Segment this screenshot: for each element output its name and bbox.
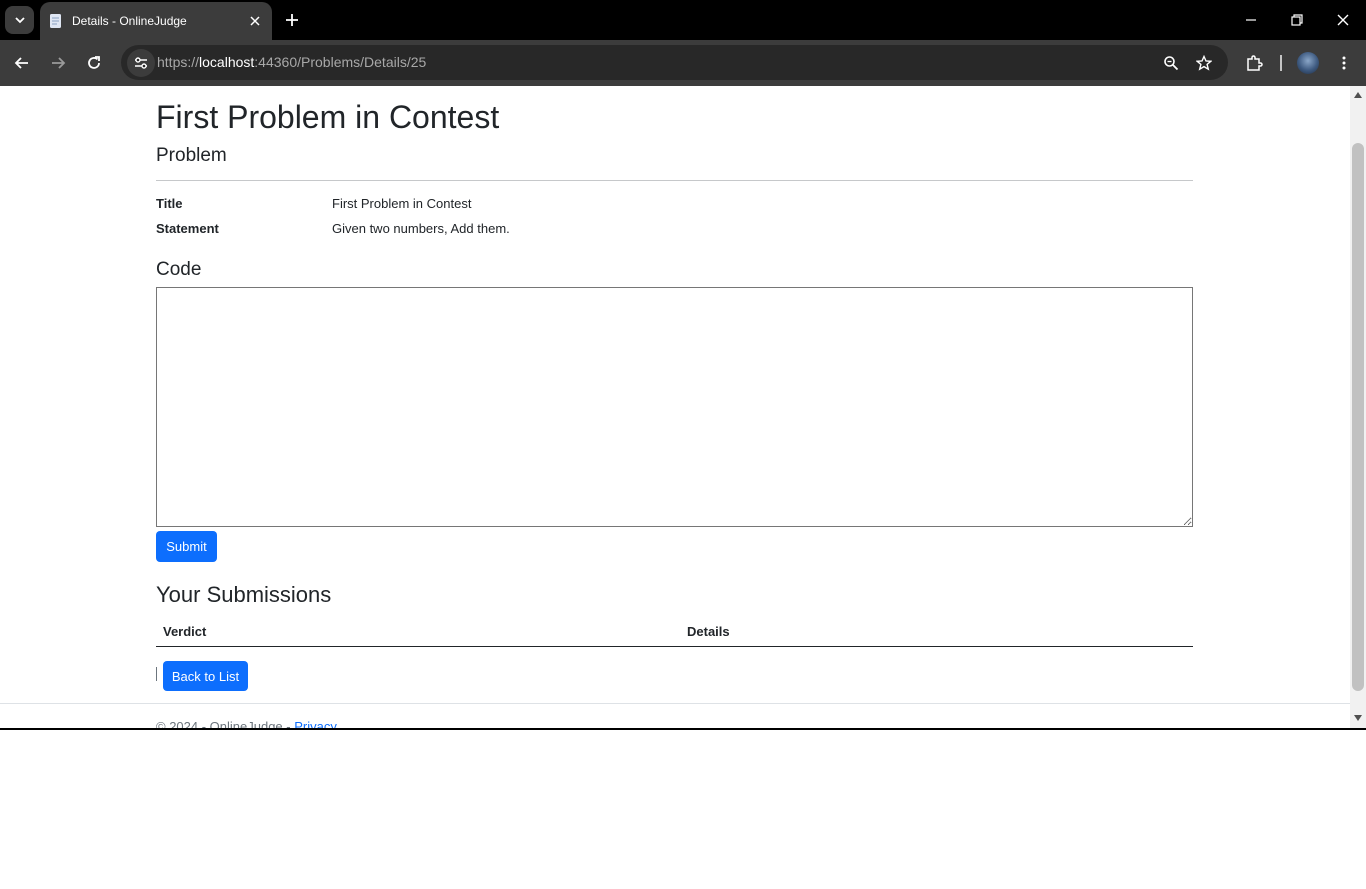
tune-icon <box>135 57 147 69</box>
text-separator <box>156 667 157 681</box>
more-vert-icon <box>1342 56 1346 70</box>
vertical-scrollbar[interactable] <box>1350 86 1366 728</box>
page-viewport: First Problem in Contest Problem Title F… <box>0 86 1366 728</box>
tab-title: Details - OnlineJudge <box>72 14 187 28</box>
browser-tab[interactable]: Details - OnlineJudge <box>40 2 272 40</box>
url-text[interactable]: https://localhost:44360/Problems/Details… <box>157 54 426 70</box>
page-title: First Problem in Contest <box>156 99 500 135</box>
restore-button[interactable] <box>1287 10 1307 30</box>
reload-icon <box>88 56 100 69</box>
arrow-right-icon <box>52 57 66 69</box>
profile-avatar[interactable] <box>1297 52 1319 74</box>
page-icon <box>50 14 61 28</box>
back-button[interactable] <box>10 51 34 75</box>
menu-button[interactable] <box>1332 51 1356 75</box>
arrow-left-icon <box>14 57 28 69</box>
privacy-link[interactable]: Privacy <box>294 719 337 728</box>
scrollbar-thumb[interactable] <box>1352 143 1364 691</box>
puzzle-icon <box>1247 55 1263 71</box>
footer: © 2024 - OnlineJudge - Privacy <box>156 719 337 728</box>
verdict-column-header: Verdict <box>163 624 207 639</box>
url-path: :44360/Problems/Details/25 <box>254 54 427 70</box>
close-icon <box>1337 14 1349 26</box>
chevron-down-icon <box>14 17 25 24</box>
section-subtitle: Problem <box>156 145 227 166</box>
zoom-icon <box>1164 56 1179 71</box>
statement-value: Given two numbers, Add them. <box>332 221 510 236</box>
url-host: localhost <box>199 54 255 70</box>
tab-search-button[interactable] <box>5 6 34 34</box>
browser-toolbar: https://localhost:44360/Problems/Details… <box>0 40 1366 86</box>
bookmark-button[interactable] <box>1194 53 1214 73</box>
close-window-button[interactable] <box>1333 10 1353 30</box>
zoom-button[interactable] <box>1161 53 1181 73</box>
details-column-header: Details <box>687 624 730 639</box>
code-textarea[interactable] <box>156 287 1193 527</box>
tab-strip: Details - OnlineJudge <box>0 0 1366 40</box>
tab-close-icon[interactable] <box>246 12 264 30</box>
table-header-border <box>156 646 1193 647</box>
url-scheme: https:// <box>157 54 200 70</box>
restore-icon <box>1291 14 1303 26</box>
title-label: Title <box>156 196 183 211</box>
star-icon <box>1196 55 1212 71</box>
toolbar-separator <box>1280 55 1282 71</box>
footer-copyright: © 2024 - OnlineJudge - <box>156 719 295 728</box>
reload-button[interactable] <box>82 51 106 75</box>
submit-button[interactable]: Submit <box>156 531 217 562</box>
plus-icon <box>286 14 298 26</box>
title-value: First Problem in Contest <box>332 196 472 211</box>
desktop-area <box>0 730 1366 889</box>
statement-label: Statement <box>156 221 219 236</box>
scroll-down-arrow-icon[interactable] <box>1354 715 1362 721</box>
footer-border <box>0 703 1350 704</box>
site-info-button[interactable] <box>127 49 155 77</box>
scroll-up-arrow-icon[interactable] <box>1354 92 1362 98</box>
extensions-button[interactable] <box>1242 51 1266 75</box>
back-to-list-button[interactable]: Back to List <box>163 661 248 691</box>
address-bar[interactable]: https://localhost:44360/Problems/Details… <box>121 45 1228 80</box>
forward-button[interactable] <box>46 51 70 75</box>
divider <box>156 180 1193 181</box>
minimize-icon <box>1246 19 1256 21</box>
new-tab-button[interactable] <box>282 10 302 30</box>
minimize-button[interactable] <box>1241 10 1261 30</box>
submissions-heading: Your Submissions <box>156 582 332 607</box>
code-heading: Code <box>156 259 202 280</box>
